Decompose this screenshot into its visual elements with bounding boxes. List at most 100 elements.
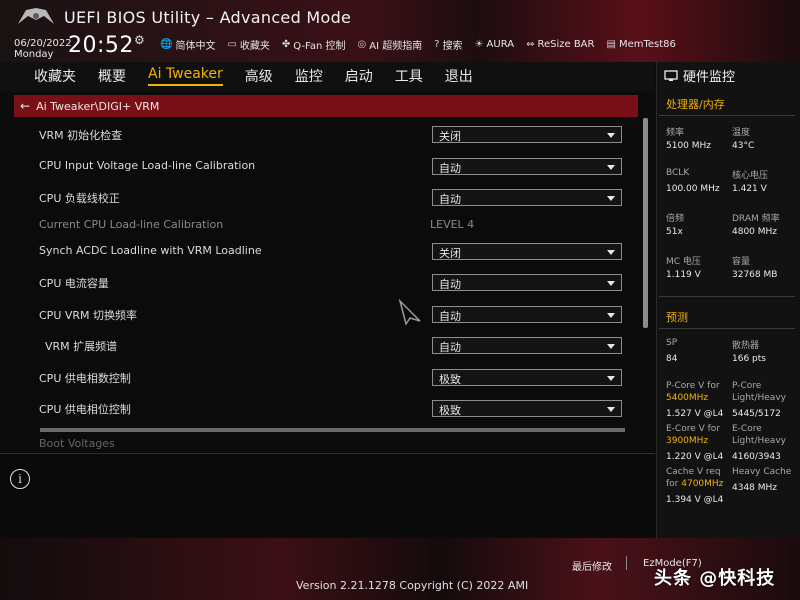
hw-label: Heavy Cache bbox=[732, 467, 792, 477]
hw-value: 84 bbox=[666, 354, 678, 364]
hw-label: Cache V req bbox=[666, 467, 721, 477]
setting-row[interactable]: CPU 供电相数控制 极致 bbox=[14, 363, 638, 391]
setting-dropdown[interactable]: 自动 bbox=[432, 274, 622, 291]
hw-label: 容量 bbox=[732, 257, 751, 267]
tab-main[interactable]: 概要 bbox=[98, 66, 126, 86]
hw-value: 5445/5172 bbox=[732, 409, 781, 419]
last-modified-button[interactable]: 最后修改 bbox=[572, 558, 612, 573]
breadcrumb[interactable]: ← Ai Tweaker\DIGI+ VRM bbox=[14, 95, 638, 117]
hw-label: 频率 bbox=[666, 128, 685, 138]
boot-voltages-section[interactable]: Boot Voltages bbox=[39, 437, 115, 450]
hw-value: 1.394 V @L4 bbox=[666, 495, 724, 505]
qfan-button[interactable]: ✤ Q-Fan 控制 bbox=[282, 37, 346, 52]
setting-dropdown[interactable]: 关闭 bbox=[432, 243, 622, 260]
search-button[interactable]: ? 搜索 bbox=[434, 37, 462, 52]
clock: 20:52 bbox=[68, 33, 134, 58]
setting-row[interactable]: VRM 初始化检查 关闭 bbox=[14, 120, 638, 148]
dropdown-value: 极致 bbox=[439, 404, 461, 417]
date-text: 06/20/2022 bbox=[14, 38, 72, 49]
hw-label: SP bbox=[666, 338, 678, 348]
divider bbox=[659, 328, 795, 329]
memtest-button[interactable]: ▤ MemTest86 bbox=[606, 37, 675, 52]
tab-favorites[interactable]: 收藏夹 bbox=[34, 66, 76, 86]
toolbar-label: Q-Fan 控制 bbox=[293, 41, 346, 52]
chevron-down-icon bbox=[607, 133, 615, 138]
favorites-button[interactable]: ▭ 收藏夹 bbox=[227, 37, 269, 52]
divider bbox=[659, 296, 795, 297]
hw-label: P-Core V for bbox=[666, 381, 720, 391]
hw-label: P-Core bbox=[732, 381, 762, 391]
setting-dropdown[interactable]: 关闭 bbox=[432, 126, 622, 143]
hw-label: BCLK bbox=[666, 168, 690, 178]
chevron-down-icon bbox=[607, 313, 615, 318]
setting-label: CPU 供电相数控制 bbox=[39, 372, 131, 385]
tab-tool[interactable]: 工具 bbox=[395, 66, 423, 86]
setting-dropdown[interactable]: 自动 bbox=[432, 158, 622, 175]
hw-value: 1.119 V bbox=[666, 270, 701, 280]
date-display: 06/20/2022 Monday bbox=[14, 38, 72, 60]
setting-row[interactable]: CPU Input Voltage Load-line Calibration … bbox=[14, 152, 638, 180]
hw-label: Light/Heavy bbox=[732, 436, 786, 446]
back-arrow-icon[interactable]: ← bbox=[20, 99, 30, 113]
setting-dropdown[interactable]: 自动 bbox=[432, 189, 622, 206]
toolbar-label: AI 超频指南 bbox=[369, 41, 423, 52]
chevron-down-icon bbox=[607, 250, 615, 255]
setting-row[interactable]: CPU 负载线校正 自动 bbox=[14, 183, 638, 211]
help-icon: ? bbox=[434, 39, 440, 50]
hw-value: 1.220 V @L4 bbox=[666, 452, 724, 462]
hw-value: 1.527 V @L4 bbox=[666, 409, 724, 419]
section-divider bbox=[40, 428, 625, 432]
resize-bar-icon: ⇔ bbox=[526, 39, 535, 50]
hw-monitor-title-text: 硬件监控 bbox=[683, 70, 736, 85]
setting-label: CPU 负载线校正 bbox=[39, 192, 120, 205]
day-text: Monday bbox=[14, 49, 54, 60]
setting-dropdown[interactable]: 极致 bbox=[432, 400, 622, 417]
setting-dropdown[interactable]: 极致 bbox=[432, 369, 622, 386]
setting-dropdown[interactable]: 自动 bbox=[432, 306, 622, 323]
scrollbar-thumb[interactable] bbox=[643, 118, 648, 328]
divider bbox=[626, 556, 627, 570]
rog-logo bbox=[18, 8, 54, 24]
monitor-icon bbox=[664, 69, 678, 81]
dropdown-value: 关闭 bbox=[439, 130, 461, 143]
divider bbox=[659, 115, 795, 116]
tab-ai-tweaker[interactable]: Ai Tweaker bbox=[148, 66, 223, 86]
breadcrumb-text: Ai Tweaker\DIGI+ VRM bbox=[36, 99, 160, 113]
chevron-down-icon bbox=[607, 281, 615, 286]
hw-label: E-Core V for bbox=[666, 424, 721, 434]
nav-tabs: 收藏夹 概要 Ai Tweaker 高级 监控 启动 工具 退出 bbox=[34, 66, 473, 86]
setting-row[interactable]: Synch ACDC Loadline with VRM Loadline 关闭 bbox=[14, 237, 638, 265]
ai-oc-guide-button[interactable]: ◎ AI 超频指南 bbox=[358, 37, 423, 52]
hw-value: 32768 MB bbox=[732, 270, 778, 280]
tab-exit[interactable]: 退出 bbox=[445, 66, 473, 86]
toolbar-label: 收藏夹 bbox=[239, 41, 270, 52]
hw-label: Light/Heavy bbox=[732, 393, 786, 403]
tab-advanced[interactable]: 高级 bbox=[245, 66, 273, 86]
setting-readonly-value: LEVEL 4 bbox=[430, 218, 475, 231]
setting-label: CPU Input Voltage Load-line Calibration bbox=[39, 159, 256, 172]
setting-dropdown[interactable]: 自动 bbox=[432, 337, 622, 354]
hw-label: 温度 bbox=[732, 128, 751, 138]
aura-button[interactable]: ☀ AURA bbox=[475, 37, 515, 52]
setting-row[interactable]: CPU 供电相位控制 极致 bbox=[14, 394, 638, 422]
dropdown-value: 自动 bbox=[439, 310, 461, 323]
setting-row[interactable]: CPU 电流容量 自动 bbox=[14, 268, 638, 296]
hw-value: 4348 MHz bbox=[732, 483, 778, 493]
setting-label: Synch ACDC Loadline with VRM Loadline bbox=[39, 244, 262, 257]
prediction-section-title: 预测 bbox=[666, 311, 688, 324]
hw-label-highlight: 4700MHz bbox=[681, 479, 724, 489]
hw-label-highlight: 5400MHz bbox=[666, 393, 709, 403]
tab-monitor[interactable]: 监控 bbox=[295, 66, 323, 86]
setting-label: CPU 供电相位控制 bbox=[39, 403, 131, 416]
setting-row[interactable]: VRM 扩展频谱 自动 bbox=[14, 331, 638, 359]
setting-row[interactable]: CPU VRM 切换频率 自动 bbox=[14, 300, 638, 328]
hw-value: 43°C bbox=[732, 141, 755, 151]
hw-value: 51x bbox=[666, 227, 683, 237]
setting-label: VRM 初始化检查 bbox=[39, 129, 123, 142]
gear-icon[interactable]: ⚙ bbox=[134, 33, 145, 47]
hw-label: 倍频 bbox=[666, 214, 685, 224]
resize-bar-button[interactable]: ⇔ ReSize BAR bbox=[526, 37, 594, 52]
language-button[interactable]: 🌐 简体中文 bbox=[160, 37, 215, 52]
tab-boot[interactable]: 启动 bbox=[345, 66, 373, 86]
toolbar-label: 搜索 bbox=[442, 41, 463, 52]
